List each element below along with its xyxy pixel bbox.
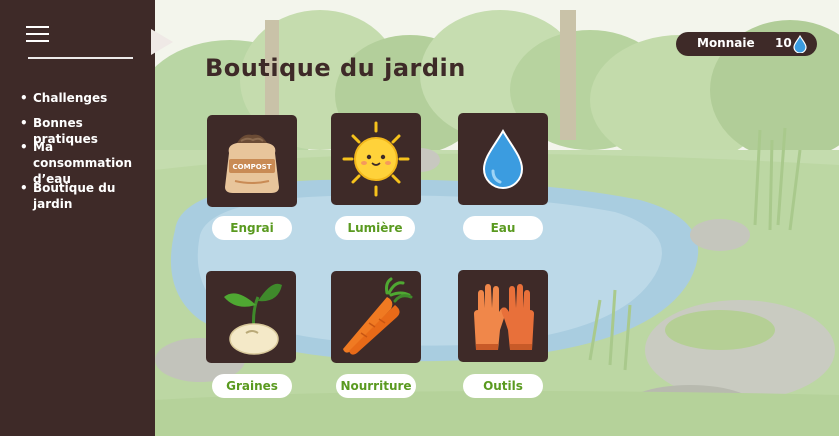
bag-text: COMPOST [233, 163, 272, 171]
shop-card-graines[interactable] [206, 271, 296, 363]
page-title: Boutique du jardin [205, 54, 466, 82]
shop-card-eau[interactable] [458, 113, 548, 205]
compost-bag-icon: COMPOST [225, 134, 279, 193]
water-drop-icon [482, 128, 524, 189]
sidebar: Challenges Bonnes pratiques Ma consommat… [0, 0, 155, 436]
currency-badge: Monnaie 10 [676, 32, 817, 56]
shop-label-nourriture[interactable]: Nourriture [336, 374, 416, 398]
sidebar-toggle-arrow-icon[interactable] [151, 29, 173, 55]
gardening-gloves-icon [474, 284, 534, 350]
currency-value: 10 [775, 36, 792, 50]
shop-card-nourriture[interactable] [331, 271, 421, 363]
carrots-icon [343, 277, 413, 355]
sidebar-divider [28, 57, 133, 59]
sun-icon [342, 121, 410, 197]
hamburger-icon[interactable] [26, 26, 49, 42]
shop-label-eau[interactable]: Eau [463, 216, 543, 240]
shop-label-lumiere[interactable]: Lumière [335, 216, 415, 240]
shop-card-lumiere[interactable] [331, 113, 421, 205]
water-drop-icon [793, 35, 807, 53]
sidebar-item-boutique[interactable]: Boutique du jardin [20, 180, 150, 212]
currency-label: Monnaie [697, 36, 755, 50]
shop-card-outils[interactable] [458, 270, 548, 362]
shop-label-outils[interactable]: Outils [463, 374, 543, 398]
shop-card-engrai[interactable]: COMPOST [207, 115, 297, 207]
shop-label-graines[interactable]: Graines [212, 374, 292, 398]
seed-sprout-icon [224, 283, 282, 355]
sidebar-item-challenges[interactable]: Challenges [20, 90, 107, 106]
shop-label-engrai[interactable]: Engrai [212, 216, 292, 240]
